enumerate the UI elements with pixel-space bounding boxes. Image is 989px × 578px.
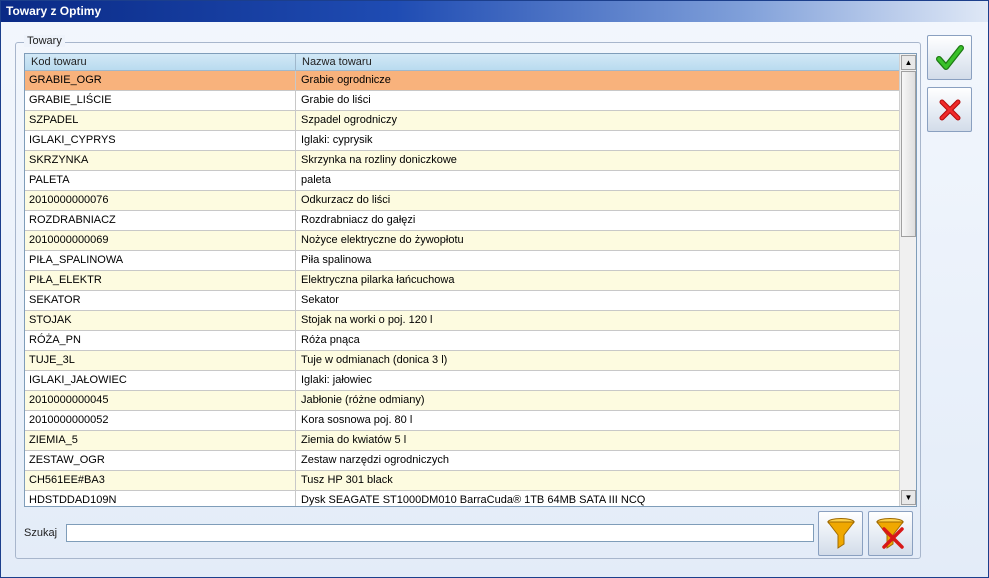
cell-product-code: IGLAKI_JAŁOWIEC — [25, 371, 296, 390]
table-row[interactable]: ZESTAW_OGR Zestaw narzędzi ogrodniczych — [25, 451, 899, 471]
cell-product-name: Tusz HP 301 black — [301, 474, 393, 486]
cell-product-name: Kora sosnowa poj. 80 l — [301, 414, 413, 426]
grid-header: Kod towaru Nazwa towaru — [25, 54, 899, 71]
table-row[interactable]: 2010000000045 Jabłonie (różne odmiany) — [25, 391, 899, 411]
cell-product-code: SKRZYNKA — [25, 151, 296, 170]
window-title: Towary z Optimy — [6, 4, 102, 18]
grid-body: GRABIE_OGR Grabie ogrodnicze GRABIE_LIŚCIE… — [25, 71, 899, 506]
cell-product-code: SZPADEL — [25, 111, 296, 130]
vertical-scrollbar[interactable]: ▲ ▼ — [899, 54, 916, 506]
cell-product-name: Skrzynka na rozliny doniczkowe — [301, 154, 457, 166]
table-row[interactable]: 2010000000052 Kora sosnowa poj. 80 l — [25, 411, 899, 431]
table-row[interactable]: RÓŻA_PN Róża pnąca — [25, 331, 899, 351]
table-row[interactable]: 2010000000076 Odkurzacz do liści — [25, 191, 899, 211]
cell-product-name: Jabłonie (różne odmiany) — [301, 394, 425, 406]
cell-product-code: ROZDRABNIACZ — [25, 211, 296, 230]
table-row[interactable]: SKRZYNKA Skrzynka na rozliny doniczkowe — [25, 151, 899, 171]
cell-product-code: PALETA — [25, 171, 296, 190]
funnel-remove-icon — [875, 517, 904, 549]
cell-product-name: Tuje w odmianach (donica 3 l) — [301, 354, 448, 366]
x-mark-icon — [939, 99, 960, 120]
table-row[interactable]: HDSTDDAD109N Dysk SEAGATE ST1000DM010 Bar… — [25, 491, 899, 506]
scroll-down-arrow-icon[interactable]: ▼ — [901, 490, 916, 505]
cell-product-code: PIŁA_SPALINOWA — [25, 251, 296, 270]
cell-product-name: Zestaw narzędzi ogrodniczych — [301, 454, 449, 466]
cell-product-name: Dysk SEAGATE ST1000DM010 BarraCuda® 1TB … — [301, 494, 646, 506]
table-row[interactable]: SZPADEL Szpadel ogrodniczy — [25, 111, 899, 131]
table-row[interactable]: CH561EE#BA3 Tusz HP 301 black — [25, 471, 899, 491]
table-row[interactable]: IGLAKI_CYPRYS Iglaki: cyprysik — [25, 131, 899, 151]
products-group-label: Towary — [24, 35, 65, 47]
ok-button[interactable] — [927, 35, 972, 80]
cell-product-name: Odkurzacz do liści — [301, 194, 391, 206]
cell-product-code: ZIEMIA_5 — [25, 431, 296, 450]
cell-product-code: 2010000000045 — [25, 391, 296, 410]
table-row[interactable]: PIŁA_SPALINOWA Piła spalinowa — [25, 251, 899, 271]
cell-product-name: Rozdrabniacz do gałęzi — [301, 214, 416, 226]
cell-product-code: RÓŻA_PN — [25, 331, 296, 350]
cell-product-code: 2010000000052 — [25, 411, 296, 430]
column-header-code[interactable]: Kod towaru — [25, 54, 296, 70]
products-grid[interactable]: Kod towaru Nazwa towaru GRABIE_OGR Grabie… — [24, 53, 917, 507]
column-header-name[interactable]: Nazwa towaru — [296, 54, 899, 70]
cell-product-name: Grabie ogrodnicze — [301, 74, 391, 86]
cell-product-name: paleta — [301, 174, 331, 186]
cell-product-code: TUJE_3L — [25, 351, 296, 370]
cell-product-name: Sekator — [301, 294, 339, 306]
cell-product-name: Nożyce elektryczne do żywopłotu — [301, 234, 464, 246]
cell-product-name: Iglaki: cyprysik — [301, 134, 373, 146]
scrollbar-thumb[interactable] — [901, 71, 916, 237]
search-label: Szukaj — [24, 527, 58, 539]
table-row[interactable]: SEKATOR Sekator — [25, 291, 899, 311]
filter-button[interactable] — [818, 511, 863, 556]
table-row[interactable]: TUJE_3L Tuje w odmianach (donica 3 l) — [25, 351, 899, 371]
title-bar[interactable]: Towary z Optimy — [1, 1, 988, 22]
table-row[interactable]: GRABIE_LIŚCIE Grabie do liści — [25, 91, 899, 111]
cell-product-name: Róża pnąca — [301, 334, 360, 346]
cell-product-code: GRABIE_LIŚCIE — [25, 91, 296, 110]
cancel-button[interactable] — [927, 87, 972, 132]
table-row[interactable]: PIŁA_ELEKTR Elektryczna pilarka łańcuchow… — [25, 271, 899, 291]
cell-product-code: STOJAK — [25, 311, 296, 330]
cell-product-code: CH561EE#BA3 — [25, 471, 296, 490]
cell-product-code: 2010000000076 — [25, 191, 296, 210]
cell-product-code: 2010000000069 — [25, 231, 296, 250]
cell-product-name: Grabie do liści — [301, 94, 371, 106]
table-row[interactable]: ZIEMIA_5 Ziemia do kwiatów 5 l — [25, 431, 899, 451]
search-input[interactable] — [66, 524, 814, 542]
table-row[interactable]: 2010000000069 Nożyce elektryczne do żywop… — [25, 231, 899, 251]
clear-filter-button[interactable] — [868, 511, 913, 556]
cell-product-code: ZESTAW_OGR — [25, 451, 296, 470]
cell-product-code: IGLAKI_CYPRYS — [25, 131, 296, 150]
cell-product-name: Stojak na worki o poj. 120 l — [301, 314, 433, 326]
cell-product-name: Iglaki: jałowiec — [301, 374, 372, 386]
cell-product-code: SEKATOR — [25, 291, 296, 310]
cell-product-code: GRABIE_OGR — [25, 71, 296, 90]
table-row[interactable]: PALETA paleta — [25, 171, 899, 191]
table-row[interactable]: STOJAK Stojak na worki o poj. 120 l — [25, 311, 899, 331]
scroll-up-arrow-icon[interactable]: ▲ — [901, 55, 916, 70]
checkmark-icon — [935, 44, 964, 70]
table-row[interactable]: IGLAKI_JAŁOWIEC Iglaki: jałowiec — [25, 371, 899, 391]
cell-product-name: Piła spalinowa — [301, 254, 372, 266]
cell-product-code: PIŁA_ELEKTR — [25, 271, 296, 290]
table-row[interactable]: ROZDRABNIACZ Rozdrabniacz do gałęzi — [25, 211, 899, 231]
funnel-icon — [826, 517, 855, 549]
cell-product-name: Szpadel ogrodniczy — [301, 114, 398, 126]
table-row[interactable]: GRABIE_OGR Grabie ogrodnicze — [25, 71, 899, 91]
cell-product-name: Ziemia do kwiatów 5 l — [301, 434, 407, 446]
cell-product-name: Elektryczna pilarka łańcuchowa — [301, 274, 455, 286]
cell-product-code: HDSTDDAD109N — [25, 491, 296, 506]
